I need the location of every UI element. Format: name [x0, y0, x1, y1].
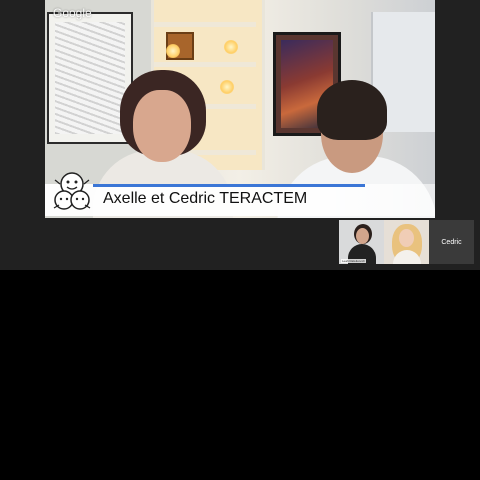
participant-name-label: Leah Rafeikovich [341, 259, 367, 263]
participants-caption: Axelle et Cedric TERACTEM [103, 190, 308, 207]
participant-thumbnail[interactable] [384, 220, 429, 264]
participant-thumbnail-cedric[interactable]: Cedric [429, 220, 474, 264]
participant-thumbnail[interactable]: Leah Rafeikovich [339, 220, 384, 264]
main-video-feed: Google Axelle et Cedric TERACTEM [45, 0, 435, 218]
lower-third-accent-bar [93, 184, 365, 187]
google-watermark: Google [53, 6, 92, 20]
name-lower-third: Axelle et Cedric TERACTEM [45, 172, 435, 216]
teractem-logo-icon [53, 172, 91, 210]
person-man-hair [317, 80, 387, 140]
person-woman-face [133, 90, 191, 162]
participant-name-label: Cedric [441, 238, 462, 246]
